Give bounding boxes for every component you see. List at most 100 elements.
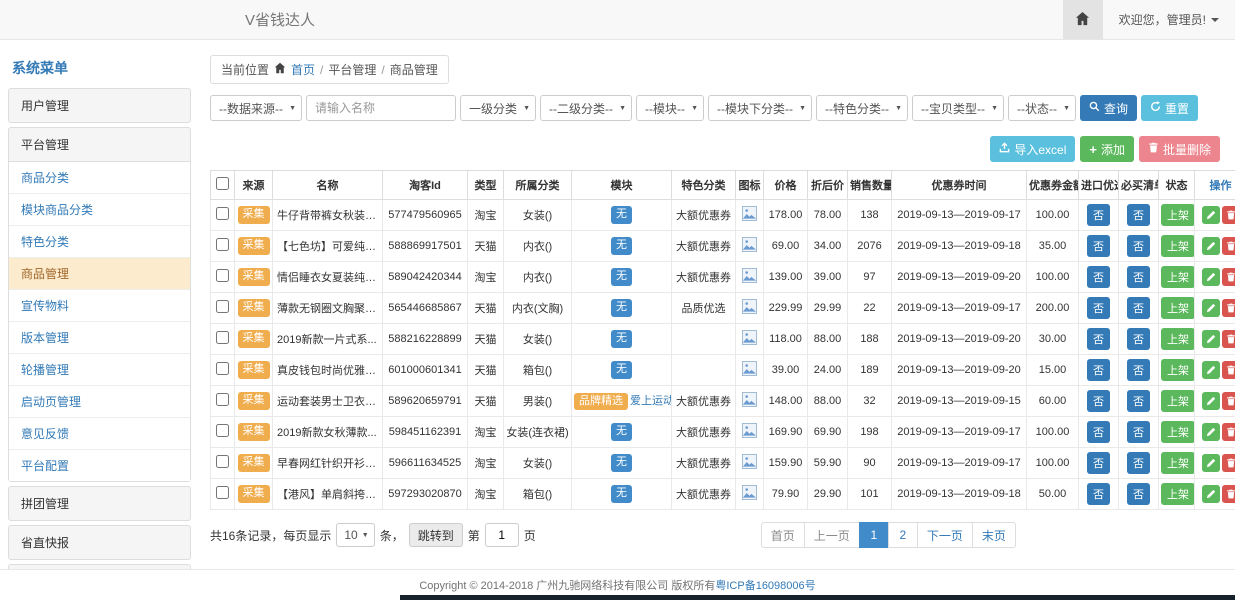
status-filter[interactable]: --状态--▼ xyxy=(1008,95,1076,121)
feature-category-filter[interactable]: --特色分类--▼ xyxy=(816,95,908,121)
row-checkbox[interactable] xyxy=(216,393,229,406)
delete-button[interactable] xyxy=(1222,299,1235,317)
page-size-select[interactable]: 10 ▼ xyxy=(336,523,374,547)
delete-button[interactable] xyxy=(1222,423,1235,441)
sidebar-subitem[interactable]: 模块商品分类 xyxy=(9,193,190,225)
edit-button[interactable] xyxy=(1202,423,1220,441)
sidebar-subitem[interactable]: 宣传物料 xyxy=(9,289,190,321)
sidebar-item[interactable]: 拼团管理 xyxy=(8,486,191,521)
search-button[interactable]: 查询 xyxy=(1080,95,1137,121)
import-optional-toggle[interactable]: 否 xyxy=(1087,297,1110,319)
sidebar-subitem[interactable]: 启动页管理 xyxy=(9,385,190,417)
breadcrumb-home-link[interactable]: 首页 xyxy=(291,61,315,78)
item-type-filter[interactable]: --宝贝类型--▼ xyxy=(912,95,1004,121)
must-buy-toggle[interactable]: 否 xyxy=(1127,421,1150,443)
pager-button[interactable]: 下一页 xyxy=(917,522,973,548)
delete-button[interactable] xyxy=(1222,485,1235,503)
shelf-status-button[interactable]: 上架 xyxy=(1161,235,1195,257)
must-buy-toggle[interactable]: 否 xyxy=(1127,266,1150,288)
batch-delete-button[interactable]: 批量删除 xyxy=(1139,136,1220,162)
row-checkbox[interactable] xyxy=(216,269,229,282)
shelf-status-button[interactable]: 上架 xyxy=(1161,328,1195,350)
row-checkbox[interactable] xyxy=(216,331,229,344)
delete-button[interactable] xyxy=(1222,268,1235,286)
import-optional-toggle[interactable]: 否 xyxy=(1087,235,1110,257)
sidebar-subitem[interactable]: 轮播管理 xyxy=(9,353,190,385)
icp-link[interactable]: 粤ICP备16098006号 xyxy=(715,577,815,593)
sidebar-subitem[interactable]: 特色分类 xyxy=(9,225,190,257)
edit-button[interactable] xyxy=(1202,454,1220,472)
sidebar-item[interactable]: 用户管理 xyxy=(8,88,191,123)
module-subcategory-filter[interactable]: --模块下分类--▼ xyxy=(708,95,812,121)
edit-button[interactable] xyxy=(1202,361,1220,379)
add-button[interactable]: + 添加 xyxy=(1080,136,1134,162)
jump-page-input[interactable] xyxy=(485,523,519,547)
delete-button[interactable] xyxy=(1222,392,1235,410)
sidebar-subitem[interactable]: 版本管理 xyxy=(9,321,190,353)
reset-button[interactable]: 重置 xyxy=(1141,95,1198,121)
must-buy-toggle[interactable]: 否 xyxy=(1127,359,1150,381)
row-checkbox[interactable] xyxy=(216,238,229,251)
row-checkbox[interactable] xyxy=(216,486,229,499)
data-source-filter[interactable]: --数据来源--▼ xyxy=(210,95,302,121)
pager-button[interactable]: 2 xyxy=(888,522,918,548)
edit-button[interactable] xyxy=(1202,392,1220,410)
delete-button[interactable] xyxy=(1222,454,1235,472)
edit-button[interactable] xyxy=(1202,485,1220,503)
shelf-status-button[interactable]: 上架 xyxy=(1161,421,1195,443)
sidebar-subitem[interactable]: 商品分类 xyxy=(9,162,190,193)
must-buy-toggle[interactable]: 否 xyxy=(1127,235,1150,257)
row-checkbox[interactable] xyxy=(216,362,229,375)
delete-button[interactable] xyxy=(1222,206,1235,224)
must-buy-toggle[interactable]: 否 xyxy=(1127,204,1150,226)
home-button[interactable] xyxy=(1063,0,1103,39)
shelf-status-button[interactable]: 上架 xyxy=(1161,204,1195,226)
import-optional-toggle[interactable]: 否 xyxy=(1087,390,1110,412)
level2-category-filter[interactable]: --二级分类--▼ xyxy=(540,95,632,121)
delete-button[interactable] xyxy=(1222,330,1235,348)
must-buy-toggle[interactable]: 否 xyxy=(1127,297,1150,319)
pager-button[interactable]: 1 xyxy=(859,522,889,548)
pager-button[interactable]: 上一页 xyxy=(804,522,860,548)
shelf-status-button[interactable]: 上架 xyxy=(1161,359,1195,381)
sidebar-subitem[interactable]: 平台配置 xyxy=(9,449,190,481)
row-checkbox[interactable] xyxy=(216,424,229,437)
sidebar-subitem[interactable]: 意见反馈 xyxy=(9,417,190,449)
shelf-status-button[interactable]: 上架 xyxy=(1161,297,1195,319)
import-optional-toggle[interactable]: 否 xyxy=(1087,266,1110,288)
pager-button[interactable]: 首页 xyxy=(761,522,805,548)
edit-button[interactable] xyxy=(1202,268,1220,286)
import-optional-toggle[interactable]: 否 xyxy=(1087,328,1110,350)
row-checkbox[interactable] xyxy=(216,207,229,220)
shelf-status-button[interactable]: 上架 xyxy=(1161,266,1195,288)
must-buy-toggle[interactable]: 否 xyxy=(1127,452,1150,474)
sidebar-item[interactable]: 省直快报 xyxy=(8,525,191,560)
module-filter[interactable]: --模块--▼ xyxy=(636,95,704,121)
import-optional-toggle[interactable]: 否 xyxy=(1087,204,1110,226)
shelf-status-button[interactable]: 上架 xyxy=(1161,483,1195,505)
name-search-input[interactable] xyxy=(306,95,456,121)
row-checkbox[interactable] xyxy=(216,300,229,313)
must-buy-toggle[interactable]: 否 xyxy=(1127,390,1150,412)
level1-category-filter[interactable]: 一级分类▼ xyxy=(460,95,536,121)
import-excel-button[interactable]: 导入excel xyxy=(990,136,1075,162)
user-menu[interactable]: 欢迎您，管理员! xyxy=(1103,0,1235,39)
select-all-checkbox[interactable] xyxy=(216,177,229,190)
import-optional-toggle[interactable]: 否 xyxy=(1087,452,1110,474)
edit-button[interactable] xyxy=(1202,299,1220,317)
import-optional-toggle[interactable]: 否 xyxy=(1087,483,1110,505)
import-optional-toggle[interactable]: 否 xyxy=(1087,359,1110,381)
shelf-status-button[interactable]: 上架 xyxy=(1161,452,1195,474)
must-buy-toggle[interactable]: 否 xyxy=(1127,328,1150,350)
delete-button[interactable] xyxy=(1222,361,1235,379)
edit-button[interactable] xyxy=(1202,237,1220,255)
import-optional-toggle[interactable]: 否 xyxy=(1087,421,1110,443)
edit-button[interactable] xyxy=(1202,206,1220,224)
pager-button[interactable]: 末页 xyxy=(972,522,1016,548)
sidebar-item[interactable]: 平台管理 xyxy=(8,127,191,162)
edit-button[interactable] xyxy=(1202,330,1220,348)
sidebar-subitem[interactable]: 商品管理 xyxy=(9,257,190,289)
jump-button[interactable]: 跳转到 xyxy=(409,523,463,547)
must-buy-toggle[interactable]: 否 xyxy=(1127,483,1150,505)
delete-button[interactable] xyxy=(1222,237,1235,255)
